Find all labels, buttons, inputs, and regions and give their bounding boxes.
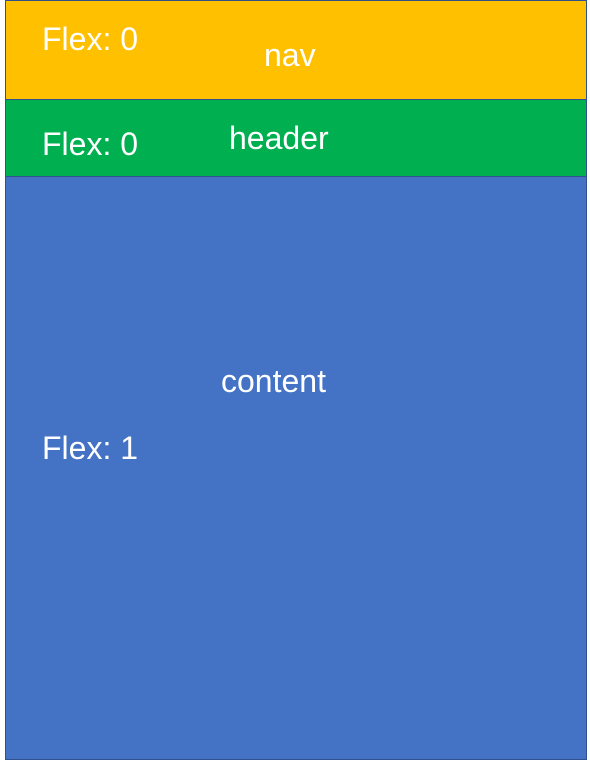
flex-layout-diagram: Flex: 0 nav Flex: 0 header content Flex:… <box>5 0 587 760</box>
content-name-label: content <box>221 363 326 399</box>
content-block: content Flex: 1 <box>6 177 586 759</box>
header-flex-label: Flex: 0 <box>42 126 139 162</box>
nav-name-label: nav <box>264 37 316 73</box>
header-name-label: header <box>229 120 329 156</box>
header-block: Flex: 0 header <box>6 100 586 177</box>
nav-block: Flex: 0 nav <box>6 1 586 100</box>
nav-flex-label: Flex: 0 <box>42 21 139 57</box>
content-flex-label: Flex: 1 <box>42 430 139 466</box>
